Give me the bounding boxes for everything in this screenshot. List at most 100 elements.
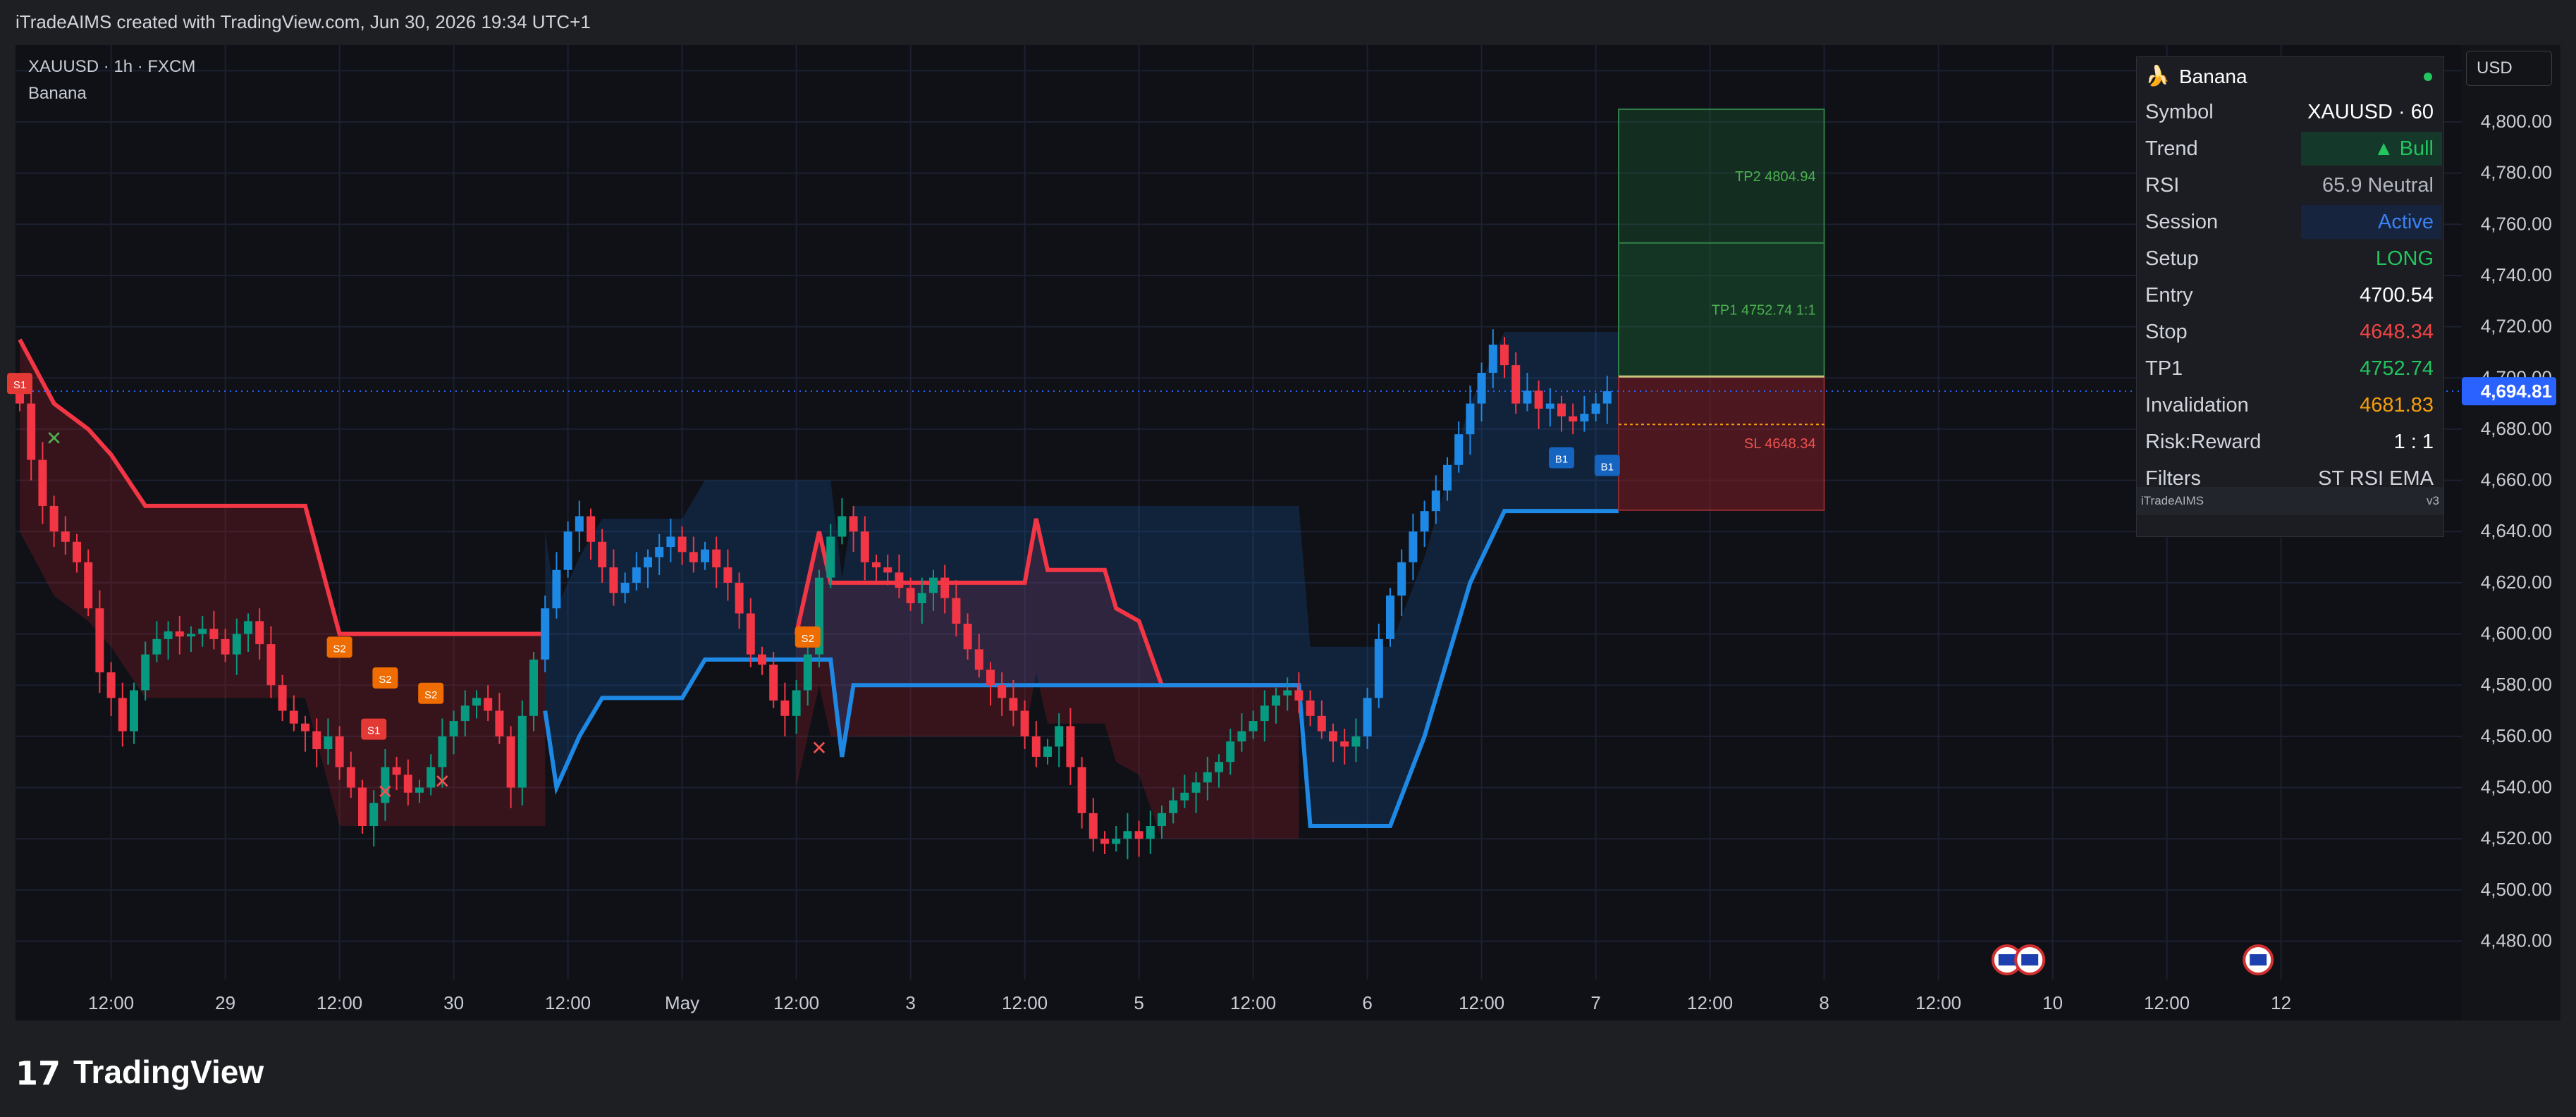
candle-body[interactable] [506, 736, 515, 788]
candle-body[interactable] [1431, 490, 1440, 512]
candle-body[interactable] [1180, 792, 1189, 801]
candle-body[interactable] [1100, 839, 1109, 844]
candle-body[interactable] [472, 698, 481, 706]
candle-body[interactable] [438, 736, 447, 767]
candle-body[interactable] [1420, 511, 1429, 532]
candle-body[interactable] [289, 710, 298, 724]
candle-body[interactable] [175, 631, 184, 637]
candle-body[interactable] [598, 541, 607, 568]
candle-body[interactable] [152, 638, 161, 655]
candle-body[interactable] [1374, 638, 1383, 698]
candle-body[interactable] [644, 557, 652, 568]
candle-body[interactable] [838, 516, 847, 537]
indicator-name[interactable]: Banana [28, 80, 195, 107]
candle-body[interactable] [986, 669, 995, 686]
candle-body[interactable] [769, 665, 778, 701]
candle-body[interactable] [1545, 403, 1554, 409]
candle-body[interactable] [1283, 690, 1292, 696]
candle-body[interactable] [84, 562, 93, 609]
candle-body[interactable] [38, 459, 47, 506]
candle-body[interactable] [929, 577, 938, 593]
candle-body[interactable] [974, 649, 983, 670]
candle-body[interactable] [1454, 434, 1464, 465]
candle-body[interactable] [1523, 390, 1532, 404]
candle-body[interactable] [1443, 464, 1452, 491]
candle-body[interactable] [1500, 345, 1509, 366]
candle-body[interactable] [1306, 701, 1315, 716]
candle-body[interactable] [1077, 767, 1086, 813]
candle-body[interactable] [917, 593, 926, 603]
candle-body[interactable] [495, 710, 504, 736]
candle-body[interactable] [1409, 531, 1418, 562]
candle-body[interactable] [1511, 365, 1521, 404]
candle-body[interactable] [1317, 715, 1326, 732]
candle-body[interactable] [1237, 731, 1246, 742]
candle-body[interactable] [655, 547, 664, 557]
symbol-info[interactable]: XAUUSD · 1h · FXCM [28, 54, 195, 80]
candle-body[interactable] [1112, 839, 1121, 844]
candle-body[interactable] [1169, 800, 1178, 813]
candle-body[interactable] [232, 634, 241, 655]
candle-body[interactable] [1329, 731, 1337, 742]
candle-body[interactable] [255, 621, 264, 645]
candle-body[interactable] [392, 767, 401, 775]
candle-body[interactable] [632, 567, 641, 583]
candle-body[interactable] [1134, 831, 1143, 839]
candle-body[interactable] [198, 629, 207, 634]
candle-body[interactable] [403, 775, 412, 793]
candle-body[interactable] [587, 516, 595, 542]
candle-body[interactable] [130, 690, 138, 732]
candle-body[interactable] [244, 621, 252, 634]
candle-body[interactable] [1066, 726, 1075, 767]
candle-body[interactable] [1203, 772, 1212, 783]
candle-body[interactable] [1088, 813, 1098, 839]
candle-body[interactable] [312, 731, 321, 750]
candle-body[interactable] [952, 598, 961, 624]
candle-body[interactable] [849, 516, 858, 532]
candle-body[interactable] [1020, 710, 1029, 736]
candle-body[interactable] [369, 803, 379, 827]
candle-body[interactable] [1226, 741, 1235, 763]
currency-button[interactable]: USD [2466, 51, 2552, 86]
candle-body[interactable] [346, 767, 355, 788]
candle-body[interactable] [415, 787, 424, 793]
candle-body[interactable] [701, 549, 709, 562]
candle-body[interactable] [758, 654, 766, 665]
candle-body[interactable] [689, 552, 698, 562]
candle-body[interactable] [780, 701, 790, 716]
candle-body[interactable] [677, 536, 687, 553]
candle-body[interactable] [1146, 826, 1155, 839]
candle-body[interactable] [1158, 813, 1166, 827]
candle-body[interactable] [484, 698, 493, 711]
candle-body[interactable] [335, 736, 344, 767]
candle-body[interactable] [449, 721, 458, 736]
candle-body[interactable] [1260, 705, 1269, 722]
candle-body[interactable] [1466, 403, 1475, 435]
candle-body[interactable] [221, 638, 230, 655]
candle-body[interactable] [278, 685, 287, 711]
candle-body[interactable] [860, 531, 869, 562]
candle-body[interactable] [906, 588, 915, 603]
candle-body[interactable] [1123, 831, 1132, 839]
candle-body[interactable] [792, 690, 801, 716]
candle-body[interactable] [1215, 762, 1223, 772]
candle-body[interactable] [1043, 746, 1052, 757]
candle-body[interactable] [895, 572, 904, 588]
candle-body[interactable] [301, 723, 309, 732]
candle-body[interactable] [1294, 690, 1304, 701]
candle-body[interactable] [1386, 595, 1394, 639]
candle-body[interactable] [541, 608, 550, 660]
candle-body[interactable] [1340, 741, 1349, 747]
candle-body[interactable] [1055, 726, 1064, 747]
candle-body[interactable] [1488, 345, 1497, 374]
candle-body[interactable] [666, 536, 675, 548]
candle-body[interactable] [209, 629, 219, 639]
candle-body[interactable] [164, 631, 173, 639]
candle-body[interactable] [735, 582, 744, 614]
candle-body[interactable] [1397, 562, 1406, 596]
candle-body[interactable] [1272, 695, 1280, 706]
candle-body[interactable] [883, 567, 893, 573]
candle-body[interactable] [1009, 698, 1018, 711]
candle-body[interactable] [1569, 416, 1578, 422]
candle-body[interactable] [940, 577, 950, 598]
